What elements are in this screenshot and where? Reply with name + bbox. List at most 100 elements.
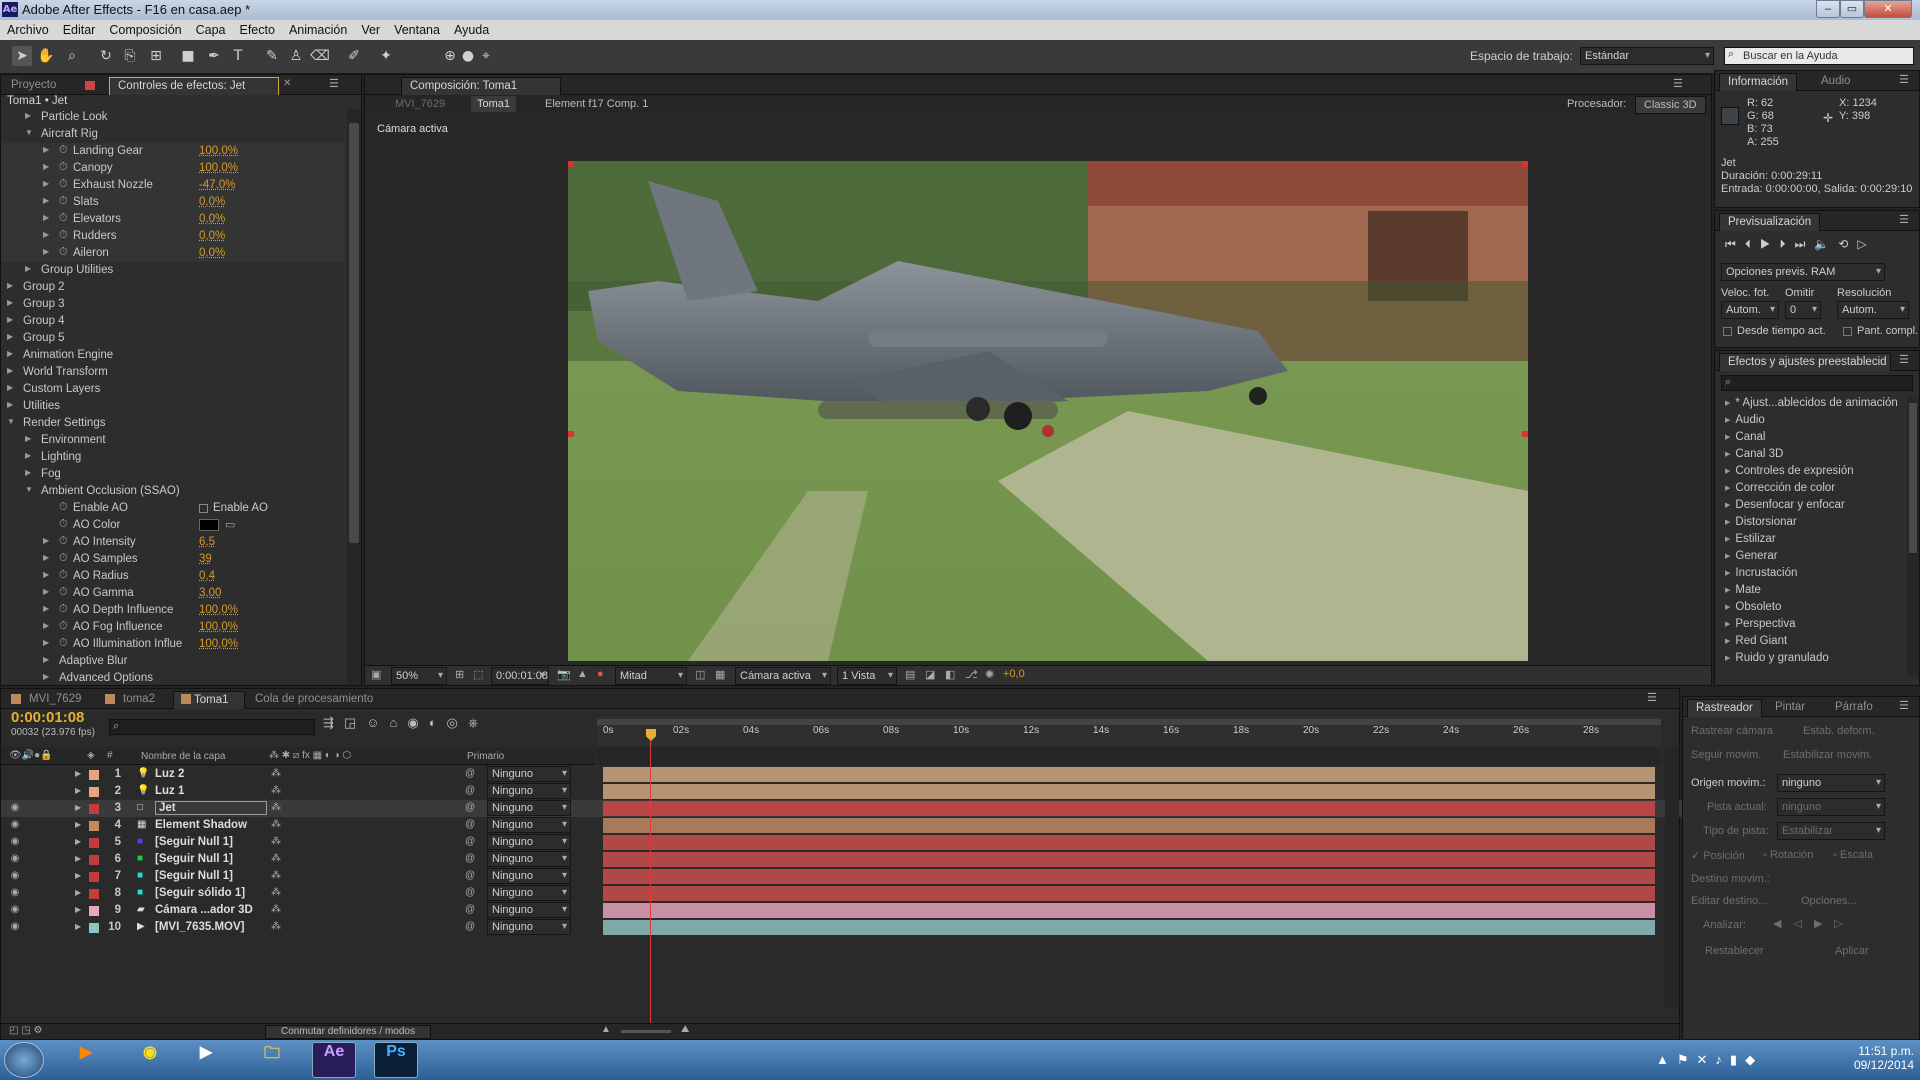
collapsed-triangle-icon[interactable]: ▶ <box>7 315 13 324</box>
current-time-display[interactable]: 0:00:01:08 <box>11 709 84 726</box>
layer-duration-bar[interactable] <box>603 818 1655 833</box>
pick-whip-icon[interactable]: @ <box>465 870 475 881</box>
effect-prop-row[interactable]: ▶ ⏱ Slats 0,0% <box>1 194 345 211</box>
effects-scroll-thumb[interactable] <box>1909 403 1917 553</box>
start-button[interactable] <box>4 1042 44 1078</box>
layer-name[interactable]: [MVI_7635.MOV] <box>155 921 244 933</box>
shy-switch-icon[interactable]: ⁂ <box>271 768 281 779</box>
pick-whip-icon[interactable]: @ <box>465 887 475 898</box>
rectangle-tool-icon[interactable]: ■ <box>178 46 198 66</box>
zoom-dropdown[interactable]: 50% <box>391 667 447 685</box>
layer-label-color[interactable] <box>89 787 99 797</box>
tab-toma2[interactable]: toma2 <box>115 691 163 709</box>
expanded-triangle-icon[interactable]: ▼ <box>7 417 15 426</box>
effect-prop-row[interactable]: ▶ Adaptive Blur <box>1 653 345 670</box>
visibility-eye-icon[interactable]: ◉ <box>9 802 21 813</box>
brush-tool-icon[interactable]: ✎ <box>262 46 282 66</box>
layer-duration-bar[interactable] <box>603 852 1655 867</box>
track-camera-button[interactable]: Rastrear cámara <box>1691 725 1773 737</box>
transparency-grid-icon[interactable]: ▦ <box>715 668 725 681</box>
collapsed-triangle-icon[interactable]: ▶ <box>43 604 49 613</box>
effect-prop-value[interactable]: 100,0% <box>199 162 238 174</box>
from-current-checkbox[interactable] <box>1723 327 1732 336</box>
pick-whip-icon[interactable]: @ <box>465 921 475 932</box>
type-tool-icon[interactable]: T <box>228 46 248 66</box>
position-checkbox[interactable]: ✓ Posición <box>1691 849 1745 862</box>
analyze-forward-icon[interactable]: ▶ <box>1814 918 1834 930</box>
draft-3d-icon[interactable]: ◲ <box>344 715 366 730</box>
effects-search-input[interactable] <box>1721 375 1913 391</box>
layer-search-input[interactable] <box>109 719 315 735</box>
effect-prop-row[interactable]: ▶ ⏱ Exhaust Nozzle -47,0% <box>1 177 345 194</box>
shy-switch-icon[interactable]: ⁂ <box>271 853 281 864</box>
menu-ventana[interactable]: Ventana <box>387 20 447 40</box>
edit-target-button[interactable]: Editar destino... <box>1691 895 1767 907</box>
system-tray-icons[interactable]: ▲⚑✕♪▮◆ <box>1656 1052 1763 1068</box>
stopwatch-icon[interactable]: ⏱ <box>59 161 68 174</box>
effect-category-item[interactable]: Perspectiva <box>1725 618 1795 630</box>
layer-expand-icon[interactable]: ▶ <box>75 769 81 778</box>
shy-switch-icon[interactable]: ⁂ <box>271 870 281 881</box>
info-panel-menu-icon[interactable]: ☰ <box>1899 73 1909 86</box>
crumb-mvi7629[interactable]: MVI_7629 <box>395 98 445 110</box>
layer-duration-bar[interactable] <box>603 767 1655 782</box>
current-track-dropdown[interactable]: ninguno <box>1777 798 1885 816</box>
motion-source-dropdown[interactable]: ninguno <box>1777 774 1885 792</box>
effect-prop-row[interactable]: ▼ Render Settings <box>1 415 345 432</box>
effect-prop-value[interactable]: 0,0% <box>199 196 225 208</box>
exposure-value[interactable]: +0,0 <box>1003 668 1025 680</box>
layer-expand-icon[interactable]: ▶ <box>75 837 81 846</box>
exposure-icon[interactable]: ✺ <box>985 668 994 681</box>
tab-composition[interactable]: Composición: Toma1 <box>401 77 561 95</box>
effect-prop-value[interactable]: 100,0% <box>199 638 238 650</box>
pick-whip-icon[interactable]: @ <box>465 819 475 830</box>
pan-behind-tool-icon[interactable]: ⊞ <box>146 46 166 66</box>
timeline-zoom-slider[interactable] <box>621 1030 671 1033</box>
eyedropper-icon[interactable]: ▭ <box>225 518 235 531</box>
track-type-dropdown[interactable]: Estabilizar <box>1777 822 1885 840</box>
layer-label-color[interactable] <box>89 872 99 882</box>
effect-prop-row[interactable]: ▶ Group Utilities <box>1 262 345 279</box>
effect-category-item[interactable]: Red Giant <box>1725 635 1787 647</box>
clone-stamp-tool-icon[interactable]: ♙ <box>286 46 306 66</box>
stopwatch-icon[interactable]: ⏱ <box>59 535 68 548</box>
collapsed-triangle-icon[interactable]: ▶ <box>43 587 49 596</box>
effect-prop-row[interactable]: ▶ Lighting <box>1 449 345 466</box>
effect-prop-row[interactable]: ▶ ⏱ AO Intensity 6,5 <box>1 534 345 551</box>
effect-prop-row[interactable]: ▶ ⏱ Elevators 0,0% <box>1 211 345 228</box>
enable-ao-checkbox[interactable] <box>199 504 208 513</box>
reset-button[interactable]: Restablecer <box>1705 945 1764 957</box>
effect-prop-row[interactable]: ▶ ⏱ Landing Gear 100,0% <box>1 143 345 160</box>
flowchart-icon[interactable]: ⎇ <box>965 668 978 681</box>
effect-prop-row[interactable]: ▶ ⏱ Aileron 0,0% <box>1 245 345 262</box>
parent-dropdown[interactable]: Ninguno <box>487 919 571 935</box>
next-frame-icon[interactable]: ⏵ <box>1780 237 1795 251</box>
ram-options-dropdown[interactable]: Opciones previs. RAM <box>1721 263 1885 281</box>
layer-name[interactable]: [Seguir Null 1] <box>155 870 233 882</box>
layer-expand-icon[interactable]: ▶ <box>75 905 81 914</box>
stopwatch-icon[interactable]: ⏱ <box>59 195 68 208</box>
rotate-tool-icon[interactable]: ↻ <box>96 46 116 66</box>
collapsed-triangle-icon[interactable]: ▶ <box>43 621 49 630</box>
effect-prop-value[interactable]: 6,5 <box>199 536 215 548</box>
shy-switch-icon[interactable]: ⁂ <box>271 904 281 915</box>
parent-header[interactable]: Primario <box>467 751 504 762</box>
zoom-out-icon[interactable]: ▲ <box>601 1024 611 1035</box>
layer-duration-bar[interactable] <box>603 801 1655 816</box>
collapsed-triangle-icon[interactable]: ▶ <box>43 213 49 222</box>
panel-menu-icon[interactable]: ☰ <box>329 77 339 90</box>
effect-category-item[interactable]: Corrección de color <box>1725 482 1835 494</box>
effect-prop-row[interactable]: ▶ ⏱ Rudders 0,0% <box>1 228 345 245</box>
collapsed-triangle-icon[interactable]: ▶ <box>43 162 49 171</box>
effect-category-item[interactable]: Canal <box>1725 431 1765 443</box>
layer-name[interactable]: Luz 1 <box>155 785 184 797</box>
layer-label-color[interactable] <box>89 923 99 933</box>
layer-expand-icon[interactable]: ▶ <box>75 888 81 897</box>
timeline-panel-menu-icon[interactable]: ☰ <box>1647 691 1657 704</box>
show-snapshot-icon[interactable]: ▲ <box>577 668 588 680</box>
collapsed-triangle-icon[interactable]: ▶ <box>43 230 49 239</box>
effect-category-item[interactable]: Mate <box>1725 584 1761 596</box>
effects-panel-menu-icon[interactable]: ☰ <box>1899 353 1909 366</box>
local-axis-icon[interactable]: ⊕ <box>440 46 460 66</box>
effect-prop-row[interactable]: ▶ Utilities <box>1 398 345 415</box>
